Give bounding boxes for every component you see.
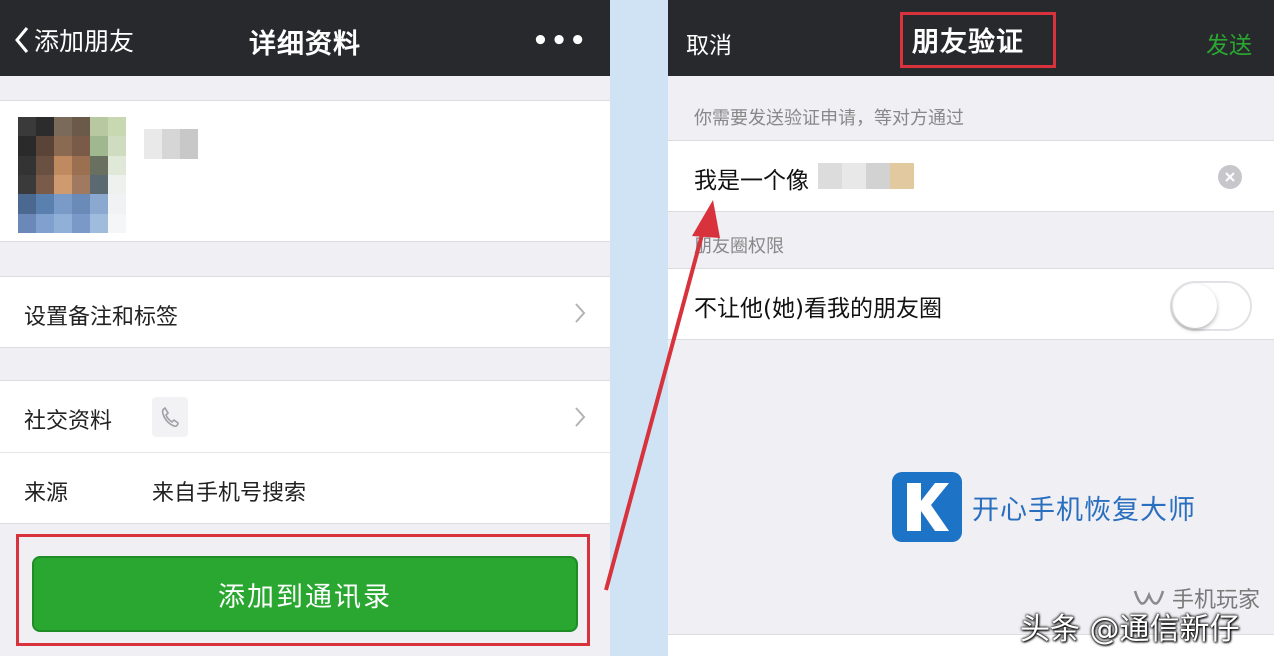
- more-icon[interactable]: •••: [532, 26, 588, 56]
- verification-message-field[interactable]: 我是一个像: [668, 140, 1274, 212]
- blurred-text: [818, 163, 914, 189]
- chevron-right-icon: [575, 407, 586, 427]
- right-navbar: 取消 朋友验证 发送: [668, 0, 1274, 76]
- social-profile-label: 社交资料: [24, 409, 113, 434]
- blurred-name: [144, 129, 198, 159]
- clear-icon[interactable]: [1218, 165, 1242, 189]
- social-profile-row[interactable]: 社交资料: [0, 380, 610, 452]
- watermark-text: 开心手机恢复大师: [972, 494, 1196, 526]
- k-logo-icon: [892, 472, 962, 542]
- cancel-button[interactable]: 取消: [686, 26, 732, 60]
- left-navbar: 添加朋友 详细资料 •••: [0, 0, 610, 76]
- hide-moments-label: 不让他(她)看我的朋友圈: [694, 296, 942, 322]
- author-credit: 头条 @通信新仔: [1020, 612, 1240, 647]
- chevron-right-icon: [575, 303, 586, 323]
- profile-card: [0, 100, 610, 242]
- hide-moments-toggle[interactable]: [1170, 281, 1252, 331]
- moments-permission-header: 朋友圈权限: [694, 236, 784, 257]
- avatar: [18, 117, 126, 233]
- toggle-knob: [1173, 284, 1217, 328]
- profile-details-screen: 添加朋友 详细资料 ••• 设置备注和标签 社交资料 来源 来自手机号搜索 添加…: [0, 0, 610, 656]
- add-to-contacts-button[interactable]: 添加到通讯录: [32, 556, 578, 632]
- source-label: 来源: [24, 481, 69, 506]
- title-highlight-box: [900, 12, 1056, 68]
- watermark: 开心手机恢复大师: [892, 472, 1196, 542]
- remark-tags-row[interactable]: 设置备注和标签: [0, 276, 610, 348]
- verification-hint: 你需要发送验证申请，等对方通过: [694, 108, 964, 129]
- page-title: 详细资料: [249, 29, 361, 60]
- source-row: 来源 来自手机号搜索: [0, 452, 610, 524]
- phone-icon: [152, 397, 188, 437]
- remark-tags-label: 设置备注和标签: [24, 305, 179, 330]
- hide-moments-row: 不让他(她)看我的朋友圈: [668, 268, 1274, 340]
- send-button[interactable]: 发送: [1206, 26, 1252, 60]
- friend-verification-screen: 取消 朋友验证 发送 你需要发送验证申请，等对方通过 我是一个像 朋友圈权限 不…: [668, 0, 1274, 656]
- verification-message-text: 我是一个像: [694, 168, 809, 194]
- source-value: 来自手机号搜索: [152, 481, 307, 506]
